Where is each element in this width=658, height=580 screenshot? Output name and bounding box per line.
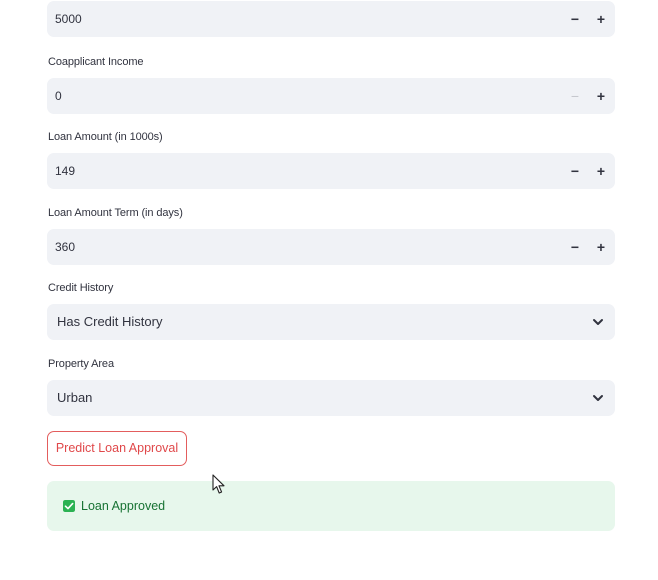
applicant-income-input[interactable]: 5000 − + — [47, 1, 615, 37]
property-area-select[interactable]: Urban — [47, 380, 615, 416]
credit-history-select[interactable]: Has Credit History — [47, 304, 615, 340]
coapplicant-income-decrement-button[interactable]: − — [565, 78, 585, 114]
plus-icon: + — [596, 163, 606, 179]
property-area-label: Property Area — [48, 358, 114, 370]
checkbox-checked-icon — [63, 500, 75, 512]
credit-history-label: Credit History — [48, 282, 114, 294]
credit-history-selected-value: Has Credit History — [57, 314, 163, 329]
chevron-down-icon — [593, 395, 603, 401]
loan-amount-term-input[interactable]: 360 − + — [47, 229, 615, 265]
minus-icon: − — [570, 11, 580, 27]
loan-amount-term-increment-button[interactable]: + — [591, 229, 611, 265]
loan-amount-label: Loan Amount (in 1000s) — [48, 131, 163, 143]
minus-icon: − — [570, 239, 580, 255]
loan-amount-term-decrement-button[interactable]: − — [565, 229, 585, 265]
coapplicant-income-input[interactable]: 0 − + — [47, 78, 615, 114]
applicant-income-value: 5000 — [55, 12, 82, 26]
property-area-selected-value: Urban — [57, 390, 93, 405]
coapplicant-income-label: Coapplicant Income — [48, 56, 144, 68]
plus-icon: + — [596, 239, 606, 255]
plus-icon: + — [596, 88, 606, 104]
applicant-income-increment-button[interactable]: + — [591, 1, 611, 37]
loan-amount-term-value: 360 — [55, 240, 76, 254]
loan-approved-alert: Loan Approved — [47, 481, 615, 531]
minus-icon: − — [570, 88, 580, 104]
coapplicant-income-increment-button[interactable]: + — [591, 78, 611, 114]
plus-icon: + — [596, 11, 606, 27]
loan-prediction-form: 5000 − + Coapplicant Income 0 − + Loan A… — [0, 0, 658, 580]
mouse-cursor-icon — [212, 474, 225, 494]
coapplicant-income-value: 0 — [55, 89, 62, 103]
predict-loan-approval-button[interactable]: Predict Loan Approval — [47, 431, 187, 466]
loan-amount-input[interactable]: 149 − + — [47, 153, 615, 189]
loan-amount-term-label: Loan Amount Term (in days) — [48, 207, 183, 219]
loan-amount-decrement-button[interactable]: − — [565, 153, 585, 189]
minus-icon: − — [570, 163, 580, 179]
loan-amount-value: 149 — [55, 164, 76, 178]
chevron-down-icon — [593, 319, 603, 325]
applicant-income-decrement-button[interactable]: − — [565, 1, 585, 37]
loan-amount-increment-button[interactable]: + — [591, 153, 611, 189]
loan-approved-message: Loan Approved — [81, 499, 166, 513]
